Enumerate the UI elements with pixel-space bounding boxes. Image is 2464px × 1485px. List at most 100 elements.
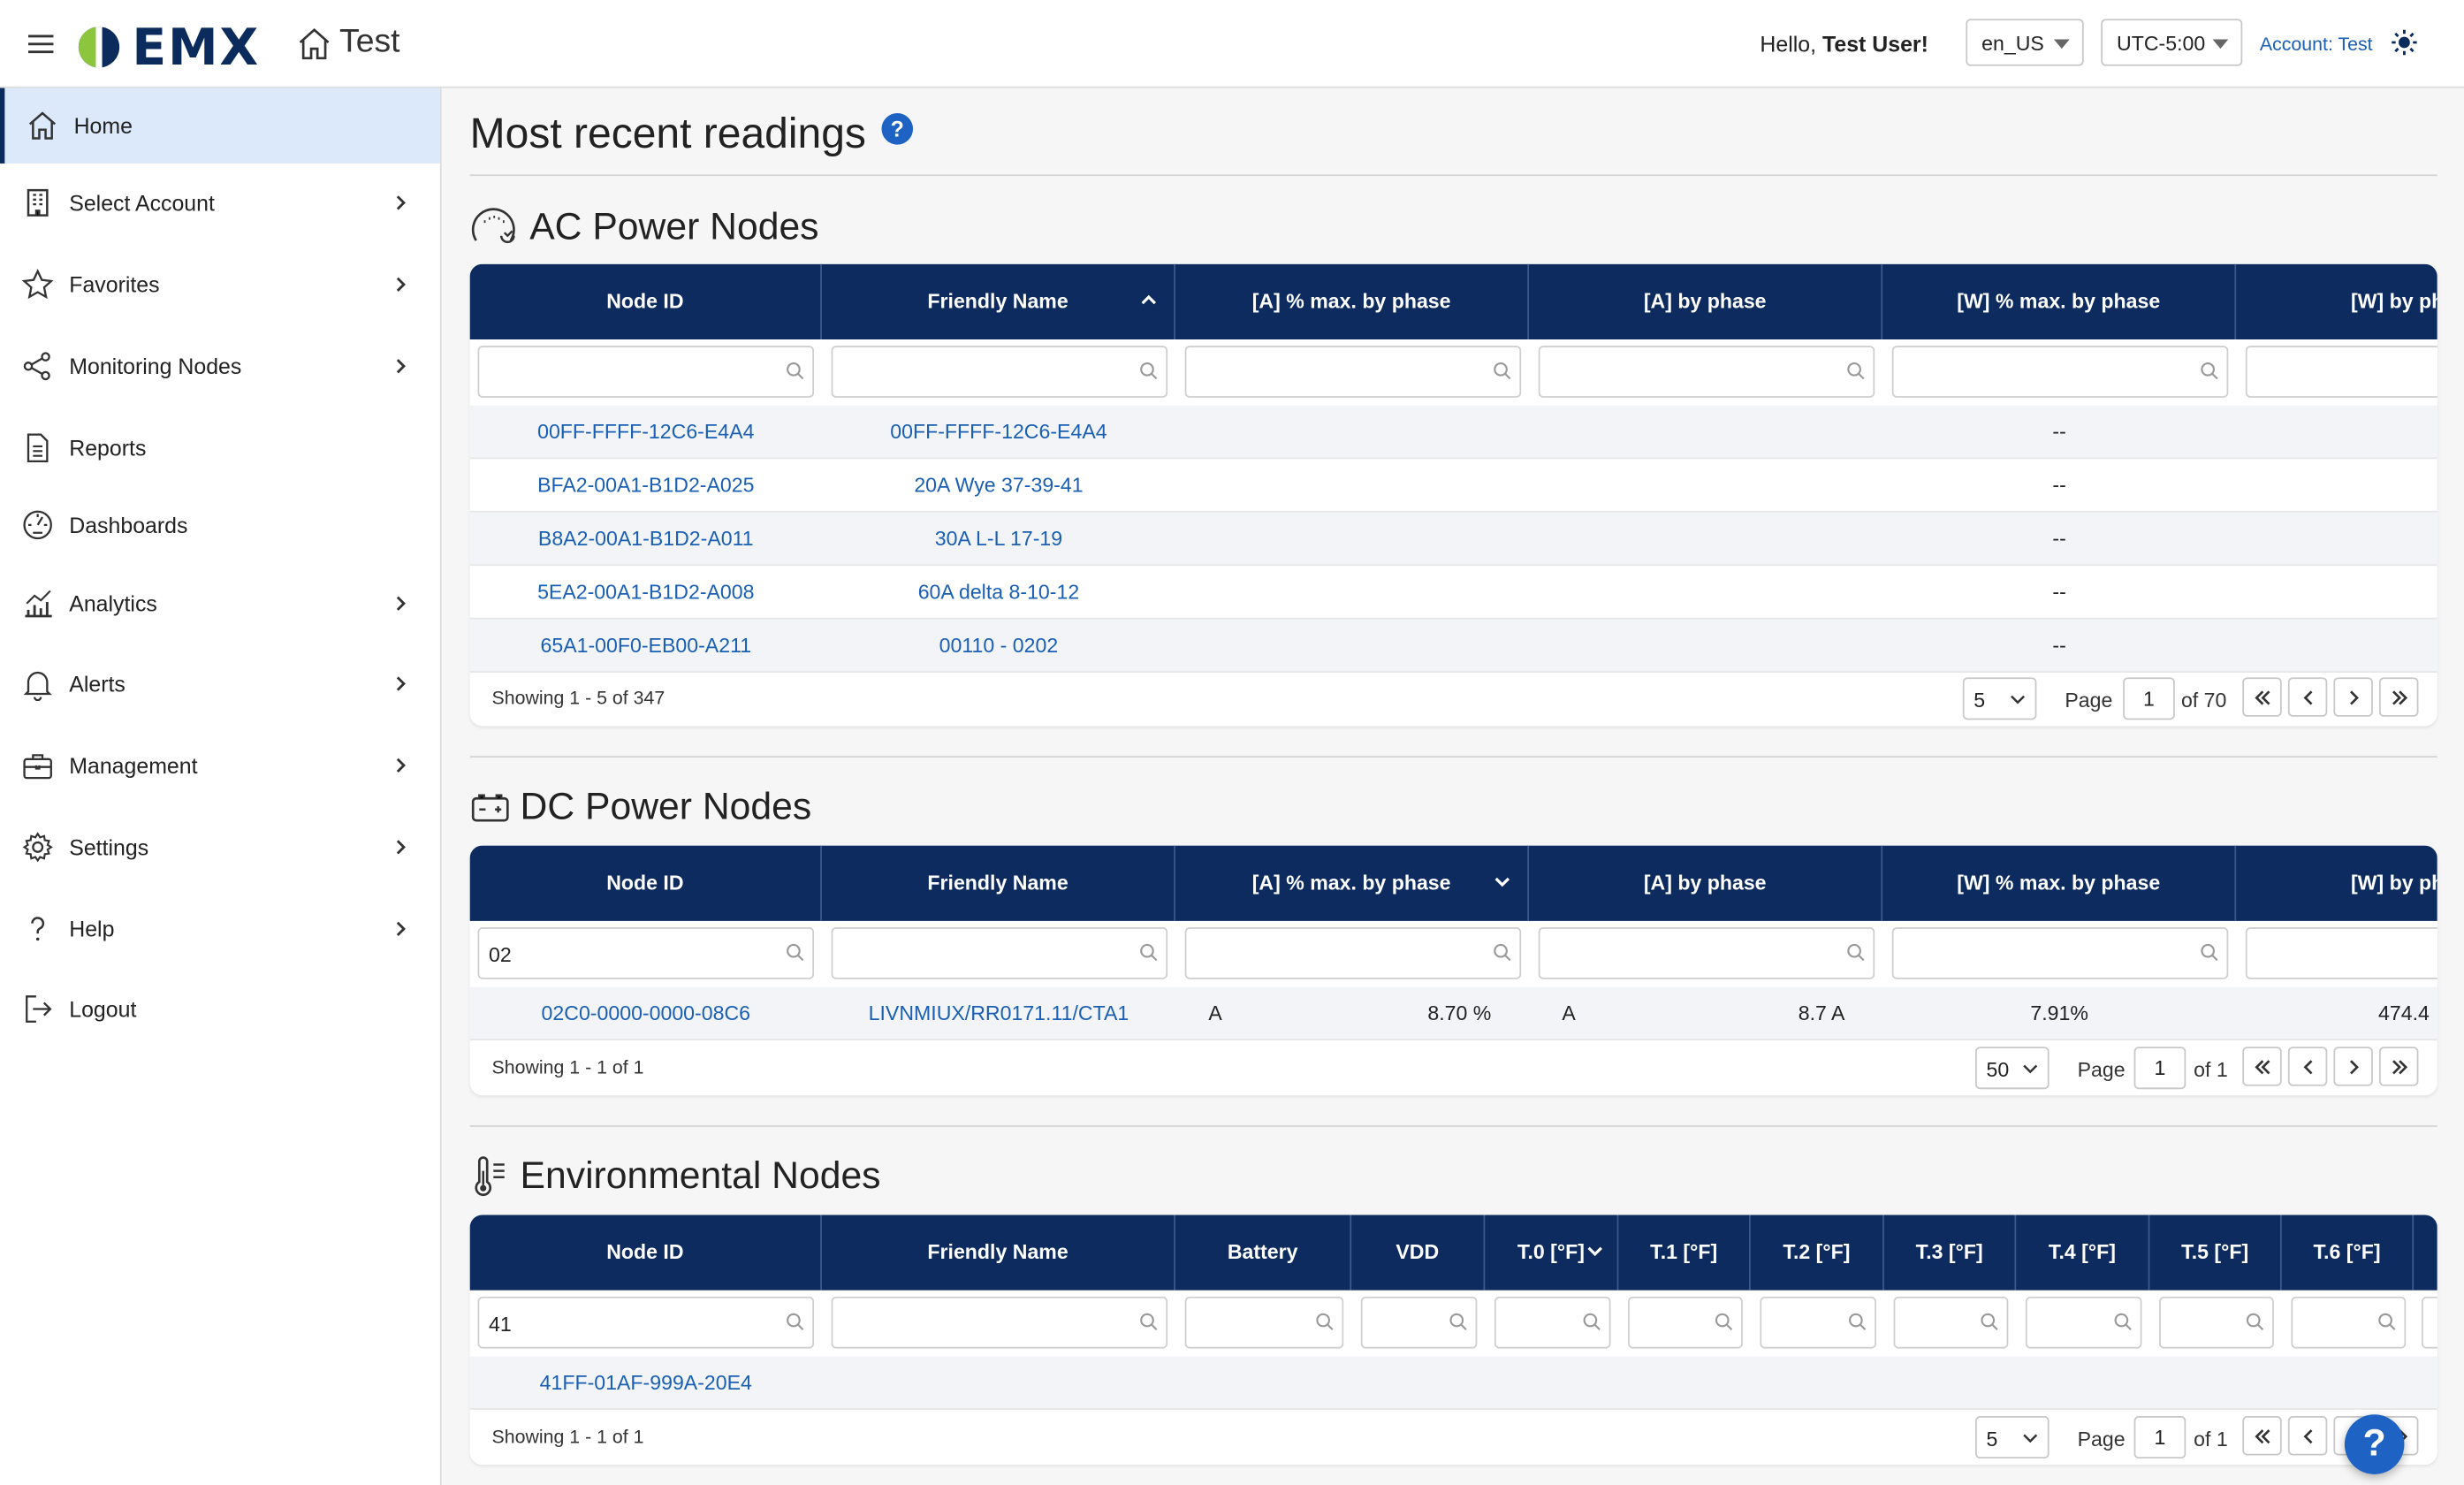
table-row[interactable]: 00FF-FFFF-12C6-E4A4 00FF-FFFF-12C6-E4A4 … <box>469 405 2437 460</box>
node-id-link[interactable]: 02C0-0000-0000-08C6 <box>470 987 822 1040</box>
sidebar-item-help[interactable]: Help <box>0 891 440 966</box>
table-row[interactable]: 41FF-01AF-999A-20E4 <box>469 1356 2437 1410</box>
last-page-button[interactable] <box>2378 677 2419 717</box>
filter-input-node-id[interactable]: 02 <box>477 927 815 979</box>
table-row[interactable]: B8A2-00A1-B1D2-A011 30A L-L 17-19 -- <box>469 512 2437 567</box>
page-size-select[interactable]: 5 <box>1962 677 2037 720</box>
column-header-battery[interactable]: Battery <box>1175 1215 1352 1291</box>
filter-input-t7[interactable] <box>2421 1296 2437 1349</box>
page-number-input[interactable]: 1 <box>2133 1416 2186 1459</box>
brand-logo[interactable]: EMX <box>75 18 260 77</box>
account-link[interactable]: Account: Test <box>2260 33 2373 55</box>
page-size-select[interactable]: 50 <box>1975 1047 2050 1090</box>
timezone-select[interactable]: UTC-5:00 <box>2101 19 2243 66</box>
previous-page-button[interactable] <box>2287 677 2328 717</box>
page-size-select[interactable]: 5 <box>1975 1416 2050 1459</box>
node-id-link[interactable]: 5EA2-00A1-B1D2-A008 <box>470 566 822 619</box>
filter-input-t4[interactable] <box>2025 1296 2142 1349</box>
column-header-w-pct-max[interactable]: [W] % max. by phase <box>1882 263 2237 340</box>
filter-input-t6[interactable] <box>2291 1296 2407 1349</box>
table-row[interactable]: 65A1-00F0-EB00-A211 00110 - 0202 -- <box>469 619 2437 674</box>
table-row[interactable]: BFA2-00A1-B1D2-A025 20A Wye 37-39-41 -- <box>469 459 2437 513</box>
node-id-link[interactable]: BFA2-00A1-B1D2-A025 <box>470 459 822 512</box>
column-header-vdd[interactable]: VDD <box>1351 1215 1486 1291</box>
first-page-button[interactable] <box>2242 1047 2282 1086</box>
column-header-a-by-phase[interactable]: [A] by phase <box>1529 263 1883 340</box>
column-header-w-by-phase[interactable]: [W] by ph <box>2236 264 2437 339</box>
sun-icon[interactable] <box>2390 28 2418 57</box>
friendly-name-link[interactable]: 20A Wye 37-39-41 <box>822 459 1175 512</box>
help-fab-button[interactable]: ? <box>2344 1414 2405 1474</box>
filter-input-t5[interactable] <box>2159 1296 2274 1349</box>
column-header-node-id[interactable]: Node ID <box>470 263 822 340</box>
friendly-name-link[interactable]: 00110 - 0202 <box>822 620 1175 673</box>
column-header-w-by-phase[interactable]: [W] by ph <box>2236 846 2437 921</box>
sidebar-item-reports[interactable]: Reports <box>0 410 440 485</box>
column-header-t3[interactable]: T.3 [°F] <box>1884 1215 2017 1291</box>
column-header-node-id[interactable]: Node ID <box>470 1215 822 1291</box>
friendly-name-link[interactable]: LIVNMIUX/RR0171.11/CTA1 <box>822 987 1175 1040</box>
filter-input-a-by-phase[interactable] <box>1538 927 1875 979</box>
sidebar-item-favorites[interactable]: Favorites <box>0 247 440 322</box>
help-badge[interactable]: ? <box>881 113 914 145</box>
column-header-t0[interactable]: T.0 [°F] <box>1485 1215 1619 1291</box>
filter-input-w-pct-max[interactable] <box>1891 346 2229 398</box>
sidebar-item-home[interactable]: Home <box>0 88 440 164</box>
home-icon[interactable] <box>295 25 333 63</box>
next-page-button[interactable] <box>2333 677 2373 717</box>
page-number-input[interactable]: 1 <box>2123 677 2175 720</box>
page-number-input[interactable]: 1 <box>2133 1047 2186 1090</box>
sidebar-item-select-account[interactable]: Select Account <box>0 165 440 240</box>
filter-input-friendly-name[interactable] <box>831 927 1168 979</box>
node-id-link[interactable]: 41FF-01AF-999A-20E4 <box>470 1356 822 1409</box>
table-row[interactable]: 02C0-0000-0000-08C6 LIVNMIUX/RR0171.11/C… <box>469 986 2437 1041</box>
column-header-t1[interactable]: T.1 [°F] <box>1618 1215 1751 1291</box>
next-page-button[interactable] <box>2333 1047 2373 1086</box>
hamburger-menu-icon[interactable] <box>22 25 60 63</box>
previous-page-button[interactable] <box>2287 1416 2328 1456</box>
filter-input-a-by-phase[interactable] <box>1538 346 1875 398</box>
first-page-button[interactable] <box>2242 1416 2282 1456</box>
filter-input-node-id[interactable]: 41 <box>477 1296 815 1349</box>
locale-select[interactable]: en_US <box>1966 19 2084 66</box>
previous-page-button[interactable] <box>2287 1047 2328 1086</box>
sidebar-item-dashboards[interactable]: Dashboards <box>0 487 440 562</box>
filter-input-t2[interactable] <box>1760 1296 1877 1349</box>
column-header-friendly-name[interactable]: Friendly Name <box>822 263 1175 340</box>
filter-input-a-pct-max[interactable] <box>1184 346 1522 398</box>
table-row[interactable]: 5EA2-00A1-B1D2-A008 60A delta 8-10-12 -- <box>469 566 2437 620</box>
first-page-button[interactable] <box>2242 677 2282 717</box>
column-header-t6[interactable]: T.6 [°F] <box>2282 1215 2415 1291</box>
column-header-a-by-phase[interactable]: [A] by phase <box>1529 845 1883 921</box>
filter-input-t0[interactable] <box>1494 1296 1611 1349</box>
filter-input-friendly-name[interactable] <box>831 346 1168 398</box>
filter-input-t1[interactable] <box>1628 1296 1743 1349</box>
sidebar-item-analytics[interactable]: Analytics <box>0 566 440 641</box>
filter-input-w-pct-max[interactable] <box>1891 927 2229 979</box>
last-page-button[interactable] <box>2378 1047 2419 1086</box>
column-header-w-pct-max[interactable]: [W] % max. by phase <box>1882 845 2237 921</box>
sidebar-item-monitoring-nodes[interactable]: Monitoring Nodes <box>0 329 440 404</box>
sidebar-item-alerts[interactable]: Alerts <box>0 646 440 721</box>
friendly-name-link[interactable]: 00FF-FFFF-12C6-E4A4 <box>822 406 1175 459</box>
node-id-link[interactable]: 00FF-FFFF-12C6-E4A4 <box>470 406 822 459</box>
column-header-friendly-name[interactable]: Friendly Name <box>822 1215 1175 1291</box>
friendly-name-link[interactable]: 30A L-L 17-19 <box>822 513 1175 566</box>
filter-input-node-id[interactable] <box>477 346 815 398</box>
filter-input-battery[interactable] <box>1184 1296 1344 1349</box>
filter-input-w-by-phase[interactable] <box>2245 346 2437 398</box>
column-header-t4[interactable]: T.4 [°F] <box>2016 1215 2150 1291</box>
filter-input-friendly-name[interactable] <box>831 1296 1168 1349</box>
node-id-link[interactable]: 65A1-00F0-EB00-A211 <box>470 620 822 673</box>
column-header-a-pct-max[interactable]: [A] % max. by phase <box>1175 845 1530 921</box>
sidebar-item-settings[interactable]: Settings <box>0 810 440 885</box>
filter-input-vdd[interactable] <box>1360 1296 1478 1349</box>
node-id-link[interactable]: B8A2-00A1-B1D2-A011 <box>470 513 822 566</box>
column-header-t5[interactable]: T.5 [°F] <box>2149 1215 2282 1291</box>
filter-input-a-pct-max[interactable] <box>1184 927 1522 979</box>
column-header-a-pct-max[interactable]: [A] % max. by phase <box>1175 263 1530 340</box>
column-header-node-id[interactable]: Node ID <box>470 845 822 921</box>
friendly-name-link[interactable]: 60A delta 8-10-12 <box>822 566 1175 619</box>
filter-input-w-by-phase[interactable] <box>2245 927 2437 979</box>
column-header-friendly-name[interactable]: Friendly Name <box>822 845 1175 921</box>
